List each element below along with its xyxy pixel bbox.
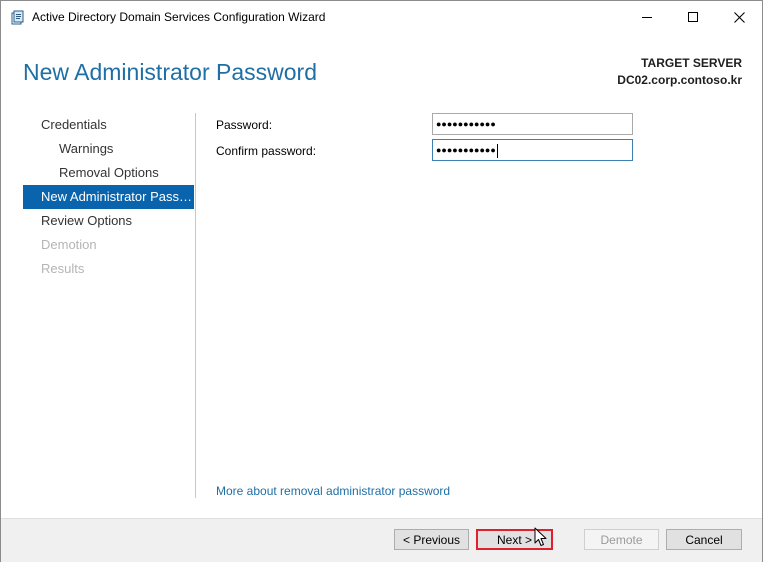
cancel-button[interactable]: Cancel	[666, 529, 742, 550]
nav-item-review-options[interactable]: Review Options	[23, 209, 194, 233]
previous-button[interactable]: < Previous	[394, 529, 469, 550]
confirm-password-label: Confirm password:	[216, 144, 317, 158]
text-caret	[496, 143, 498, 158]
title-bar[interactable]: Active Directory Domain Services Configu…	[1, 1, 762, 33]
target-server-label: TARGET SERVER	[641, 56, 742, 70]
mouse-pointer-icon	[534, 527, 547, 546]
nav-item-demotion: Demotion	[41, 237, 97, 252]
wizard-footer: < Previous Next > Demote Cancel	[1, 518, 762, 562]
demote-button: Demote	[584, 529, 659, 550]
confirm-password-field[interactable]: ●●●●●●●●●●●	[432, 139, 633, 161]
nav-item-credentials[interactable]: Credentials	[23, 113, 194, 137]
more-about-password-link[interactable]: More about removal administrator passwor…	[216, 484, 450, 498]
window-title: Active Directory Domain Services Configu…	[32, 10, 326, 24]
target-server-name: DC02.corp.contoso.kr	[617, 73, 742, 87]
wizard-nav: Credentials Warnings Removal Options New…	[23, 113, 194, 281]
maximize-button[interactable]	[670, 1, 716, 33]
ad-wizard-icon	[11, 10, 26, 25]
password-field[interactable]: ●●●●●●●●●●●	[432, 113, 633, 135]
nav-item-results: Results	[41, 261, 85, 276]
password-value: ●●●●●●●●●●●	[436, 119, 496, 129]
minimize-button[interactable]	[624, 1, 670, 33]
nav-item-removal-options[interactable]: Removal Options	[23, 161, 194, 185]
page-title: New Administrator Password	[23, 59, 317, 85]
password-label: Password:	[216, 118, 273, 132]
nav-divider	[195, 113, 196, 498]
close-button[interactable]	[716, 1, 762, 33]
close-icon	[733, 11, 745, 23]
maximize-icon	[688, 12, 698, 22]
nav-item-warnings[interactable]: Warnings	[23, 137, 194, 161]
minimize-icon	[642, 17, 652, 18]
confirm-password-value: ●●●●●●●●●●●	[436, 145, 496, 155]
nav-item-new-administrator-password[interactable]: New Administrator Passw...	[23, 185, 194, 209]
wizard-window: Active Directory Domain Services Configu…	[0, 0, 763, 562]
